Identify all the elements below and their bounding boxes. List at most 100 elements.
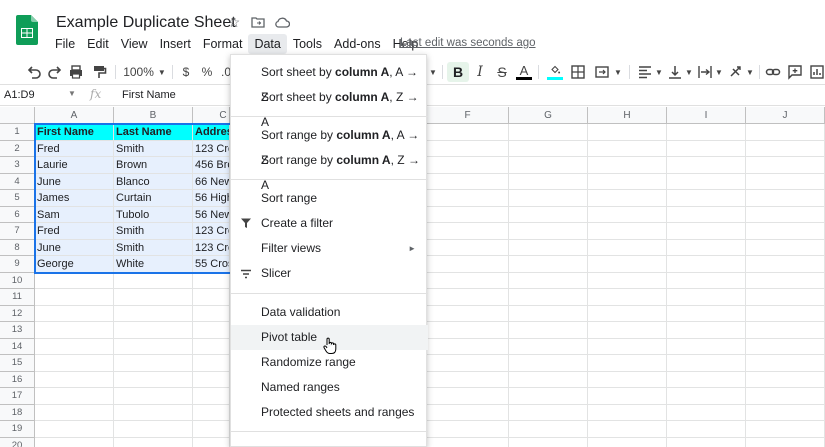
table-cell[interactable] bbox=[35, 437, 114, 447]
borders-icon[interactable] bbox=[569, 62, 587, 82]
table-cell[interactable] bbox=[588, 206, 667, 223]
sort-sheet-a-z[interactable]: Sort sheet by column A, A → Z bbox=[231, 60, 428, 104]
menu-insert[interactable]: Insert bbox=[154, 34, 197, 54]
table-cell[interactable] bbox=[746, 421, 825, 438]
sort-range-item[interactable]: Sort range bbox=[231, 186, 428, 211]
table-cell[interactable]: 456 Bro bbox=[193, 157, 230, 174]
table-cell[interactable] bbox=[509, 355, 588, 372]
text-rotation-icon[interactable] bbox=[727, 62, 745, 82]
row-header[interactable]: 2 bbox=[0, 140, 35, 157]
table-cell[interactable] bbox=[114, 272, 193, 289]
table-cell[interactable] bbox=[588, 421, 667, 438]
table-cell[interactable] bbox=[588, 157, 667, 174]
table-cell[interactable]: Smith bbox=[114, 223, 193, 240]
table-cell[interactable] bbox=[667, 305, 746, 322]
table-cell[interactable] bbox=[509, 421, 588, 438]
table-cell[interactable] bbox=[588, 289, 667, 306]
vertical-align-icon[interactable] bbox=[666, 62, 684, 82]
table-cell[interactable] bbox=[509, 256, 588, 273]
sort-sheet-z-a[interactable]: Sort sheet by column A, Z → A bbox=[231, 85, 428, 129]
table-cell[interactable] bbox=[509, 173, 588, 190]
table-cell[interactable] bbox=[588, 256, 667, 273]
table-cell[interactable] bbox=[114, 421, 193, 438]
protected-sheets-item[interactable]: Protected sheets and ranges bbox=[231, 400, 428, 425]
table-cell[interactable] bbox=[114, 371, 193, 388]
row-header[interactable]: 11 bbox=[0, 289, 35, 306]
table-cell[interactable] bbox=[667, 371, 746, 388]
table-cell[interactable] bbox=[746, 256, 825, 273]
table-cell[interactable] bbox=[35, 322, 114, 339]
row-header[interactable]: 4 bbox=[0, 173, 35, 190]
table-cell[interactable] bbox=[509, 322, 588, 339]
table-cell[interactable] bbox=[427, 388, 509, 405]
table-cell[interactable] bbox=[746, 388, 825, 405]
table-cell[interactable] bbox=[746, 173, 825, 190]
table-cell[interactable] bbox=[588, 404, 667, 421]
italic-button[interactable]: I bbox=[472, 62, 488, 82]
table-cell[interactable] bbox=[427, 421, 509, 438]
table-cell[interactable] bbox=[427, 124, 509, 141]
table-cell[interactable] bbox=[114, 305, 193, 322]
filter-views-item[interactable]: Filter views ► bbox=[231, 236, 428, 261]
menu-edit[interactable]: Edit bbox=[81, 34, 115, 54]
table-cell[interactable] bbox=[588, 305, 667, 322]
move-folder-icon[interactable] bbox=[250, 14, 266, 30]
table-cell[interactable] bbox=[427, 289, 509, 306]
table-cell[interactable] bbox=[427, 305, 509, 322]
table-cell[interactable] bbox=[667, 256, 746, 273]
table-cell[interactable]: Tubolo bbox=[114, 206, 193, 223]
table-cell[interactable] bbox=[667, 223, 746, 240]
table-cell[interactable] bbox=[667, 272, 746, 289]
column-header-b[interactable]: B bbox=[114, 107, 193, 124]
row-header[interactable]: 5 bbox=[0, 190, 35, 207]
text-wrapping-icon[interactable] bbox=[696, 62, 714, 82]
table-cell[interactable]: Laurie bbox=[35, 157, 114, 174]
table-cell[interactable] bbox=[588, 223, 667, 240]
last-edit-link[interactable]: Last edit was seconds ago bbox=[400, 37, 536, 49]
table-cell[interactable] bbox=[509, 124, 588, 141]
table-cell[interactable] bbox=[427, 355, 509, 372]
row-header[interactable]: 13 bbox=[0, 322, 35, 339]
table-cell[interactable] bbox=[509, 404, 588, 421]
table-cell[interactable] bbox=[667, 206, 746, 223]
formula-input[interactable]: First Name bbox=[122, 89, 176, 101]
table-cell[interactable] bbox=[509, 388, 588, 405]
table-cell[interactable] bbox=[746, 206, 825, 223]
document-title[interactable]: Example Duplicate Sheet bbox=[56, 14, 236, 32]
row-header[interactable]: 6 bbox=[0, 206, 35, 223]
table-cell[interactable] bbox=[667, 388, 746, 405]
table-cell[interactable] bbox=[588, 388, 667, 405]
table-cell[interactable] bbox=[667, 338, 746, 355]
table-cell[interactable]: Brown bbox=[114, 157, 193, 174]
sort-range-a-z[interactable]: Sort range by column A, A → Z bbox=[231, 123, 428, 167]
table-cell[interactable] bbox=[35, 421, 114, 438]
table-cell[interactable] bbox=[588, 140, 667, 157]
column-header-a[interactable]: A bbox=[35, 107, 114, 124]
table-cell[interactable] bbox=[509, 223, 588, 240]
table-cell[interactable] bbox=[427, 272, 509, 289]
table-cell[interactable] bbox=[35, 404, 114, 421]
table-cell[interactable]: James bbox=[35, 190, 114, 207]
table-cell[interactable] bbox=[746, 322, 825, 339]
table-cell[interactable] bbox=[509, 272, 588, 289]
table-cell[interactable] bbox=[588, 437, 667, 447]
strikethrough-button[interactable]: S bbox=[494, 62, 510, 82]
table-cell[interactable] bbox=[193, 272, 230, 289]
row-header[interactable]: 7 bbox=[0, 223, 35, 240]
table-cell[interactable] bbox=[588, 272, 667, 289]
table-cell[interactable] bbox=[509, 371, 588, 388]
table-cell[interactable] bbox=[746, 305, 825, 322]
insert-link-icon[interactable] bbox=[764, 62, 782, 82]
menu-data[interactable]: Data bbox=[248, 34, 287, 54]
table-cell[interactable] bbox=[509, 437, 588, 447]
table-cell[interactable]: Smith bbox=[114, 140, 193, 157]
table-cell[interactable]: Fred bbox=[35, 140, 114, 157]
table-cell[interactable]: 56 New bbox=[193, 206, 230, 223]
row-header[interactable]: 8 bbox=[0, 239, 35, 256]
table-cell[interactable] bbox=[427, 256, 509, 273]
table-cell[interactable] bbox=[746, 437, 825, 447]
sheets-logo-icon[interactable] bbox=[16, 15, 38, 45]
table-cell[interactable] bbox=[35, 355, 114, 372]
table-cell[interactable] bbox=[667, 124, 746, 141]
column-header-f[interactable]: F bbox=[427, 107, 509, 124]
